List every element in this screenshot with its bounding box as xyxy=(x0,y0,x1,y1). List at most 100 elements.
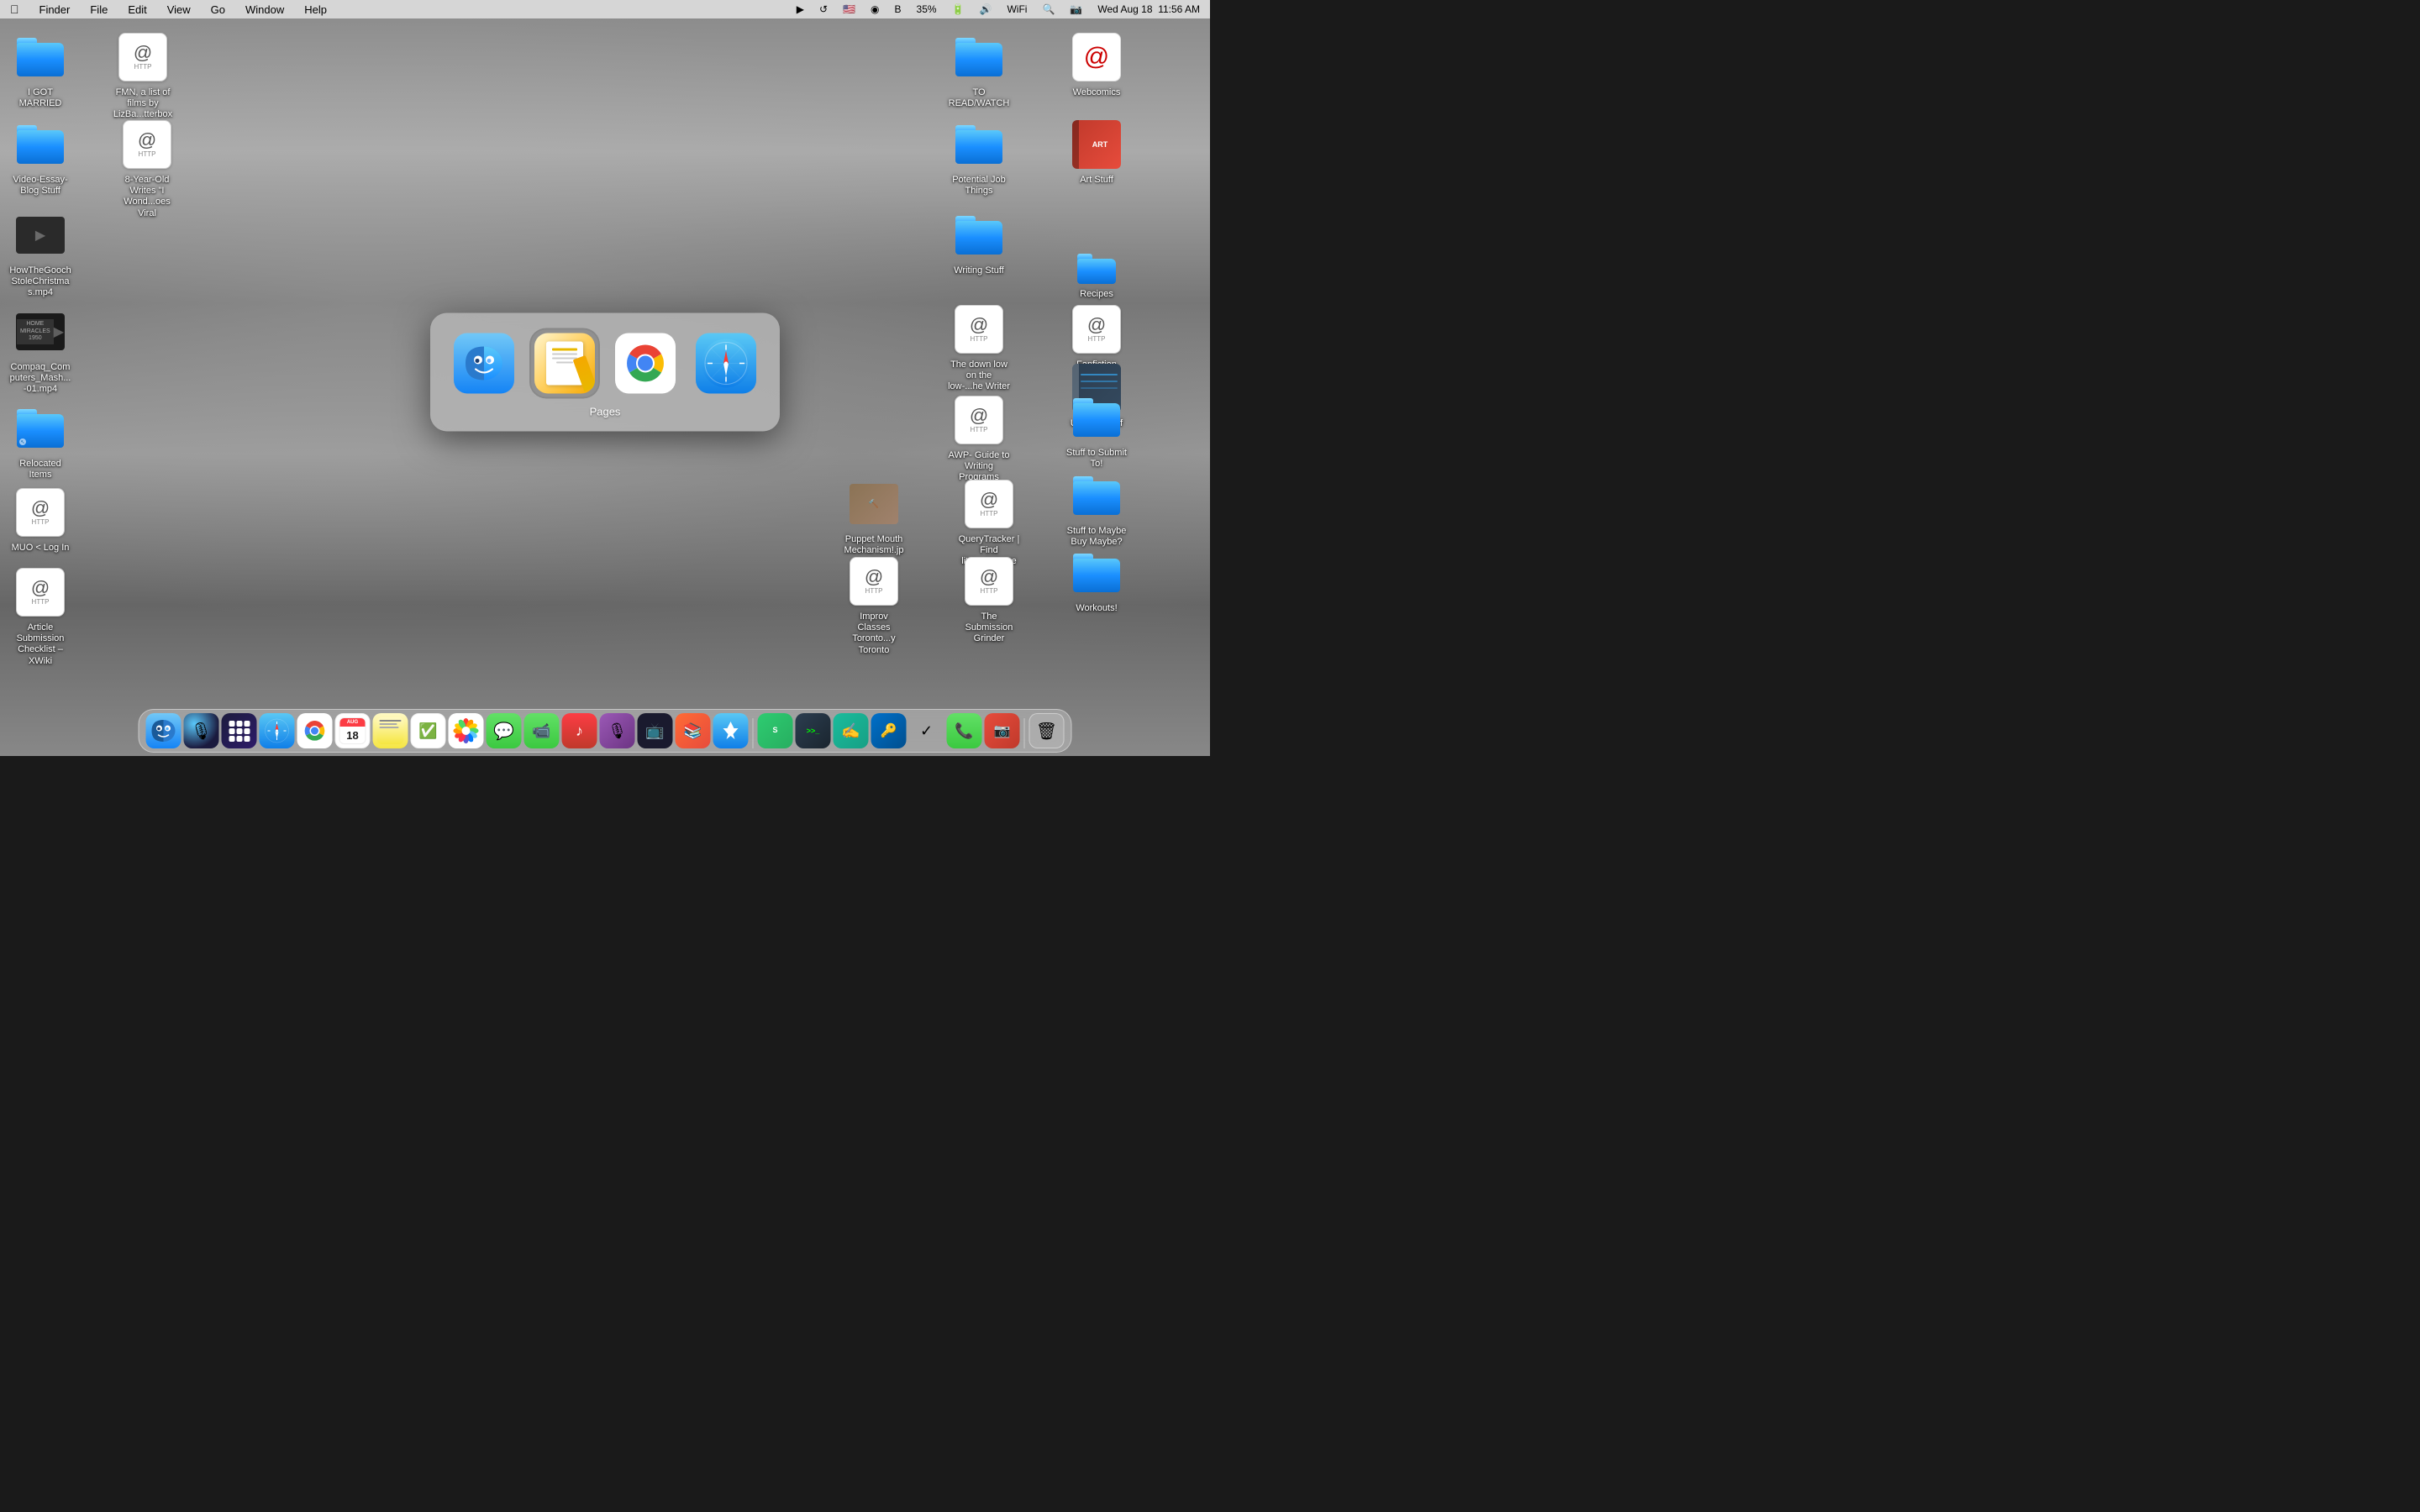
desktop-icon-down-low[interactable]: @ HTTP The down low on the low-...he Wri… xyxy=(941,302,1017,394)
dock-item-photos[interactable] xyxy=(449,713,484,748)
wunderlist-icon: ✓ xyxy=(920,722,933,740)
go-menu[interactable]: Go xyxy=(208,3,229,16)
file-menu[interactable]: File xyxy=(87,3,111,16)
bluetooth-icon[interactable]: B xyxy=(892,3,905,15)
desktop-icon-recipes[interactable]: Recipes xyxy=(1059,252,1134,301)
dock-item-notes[interactable] xyxy=(373,713,408,748)
desktop-icon-workouts[interactable]: Workouts! xyxy=(1059,546,1134,615)
tv-icon: 📺 xyxy=(645,722,664,740)
desktop-icon-gooch[interactable]: HowTheGoochStoleChristmas.mp4 xyxy=(7,208,74,300)
dock-item-phone[interactable]: 📞 xyxy=(947,713,982,748)
desktop-icon-webcomics[interactable]: @ Webcomics xyxy=(1059,30,1134,99)
icon-label-webcomics: Webcomics xyxy=(1071,87,1123,99)
dock-item-calendar[interactable]: AUG 18 xyxy=(335,713,371,748)
desktop-icon-maybe-buy[interactable]: Stuff to Maybe Buy Maybe? xyxy=(1059,469,1134,549)
switcher-app-finder[interactable] xyxy=(450,329,518,396)
desktop-icon-compaq[interactable]: HOMEMIRACLES1950 Compaq_Computers_Mash..… xyxy=(7,305,74,396)
dock-item-tv[interactable]: 📺 xyxy=(638,713,673,748)
phone-icon: 📞 xyxy=(955,722,973,740)
wifi-icon[interactable]: WiFi xyxy=(1003,3,1030,15)
dock-item-appstore[interactable] xyxy=(713,713,749,748)
view-menu[interactable]: View xyxy=(164,3,194,16)
window-menu[interactable]: Window xyxy=(242,3,287,16)
dock-item-1password[interactable]: 🔑 xyxy=(871,713,907,748)
photos-icon xyxy=(454,718,479,743)
reminders-icon: ✅ xyxy=(418,722,437,740)
apple-menu[interactable]:  xyxy=(7,3,23,16)
dock-item-finder[interactable] xyxy=(146,713,182,748)
desktop-icon-relocated[interactable]: ↖ Relocated Items xyxy=(7,402,74,481)
desktop-icon-writing[interactable]: Writing Stuff xyxy=(941,208,1017,277)
icon-label-article-submission: Article Submission Checklist – XWiki xyxy=(7,622,74,668)
dock-item-omniwriter[interactable]: ✍️ xyxy=(834,713,869,748)
desktop-icon-to-read[interactable]: TO READ/WATCH xyxy=(941,30,1017,110)
icon-label-workouts: Workouts! xyxy=(1073,602,1119,615)
battery-percentage: 35% xyxy=(913,3,940,15)
edit-menu[interactable]: Edit xyxy=(124,3,150,16)
calendar-icon: AUG 18 xyxy=(339,717,366,744)
dock-item-reminders[interactable]: ✅ xyxy=(411,713,446,748)
icon-label-improv: Improv Classes Toronto...y Toronto xyxy=(840,611,908,657)
dock-item-siri[interactable]: 🎙 xyxy=(184,713,219,748)
accessibility-icon[interactable]: ◉ xyxy=(867,3,882,15)
desktop-icon-article-submission[interactable]: @ HTTP Article Submission Checklist – XW… xyxy=(7,565,74,668)
chrome-icon xyxy=(302,717,329,744)
dock-item-iterm[interactable]: >>_ xyxy=(796,713,831,748)
screenshot-icon: 📷 xyxy=(994,722,1011,739)
dock-item-trash[interactable]: 🗑 xyxy=(1029,713,1065,748)
battery-icon[interactable]: 🔋 xyxy=(949,3,968,15)
menubar-right: ▶ ↺ 🇺🇸 ◉ B 35% 🔋 🔊 WiFi 🔍 📷 Wed Aug 18 1… xyxy=(793,3,1203,15)
icon-label-8year: 8-Year-Old Writes "I Wond...oes Viral xyxy=(113,174,181,220)
icon-label-recipes: Recipes xyxy=(1077,288,1116,301)
safari-icon xyxy=(265,718,290,743)
desktop-icon-submission-grinder[interactable]: @ HTTP The Submission Grinder xyxy=(951,554,1027,646)
desktop-icon-stuff-submit[interactable]: Stuff to Submit To! xyxy=(1059,391,1134,470)
switcher-app-pages[interactable] xyxy=(531,329,598,396)
desktop-icon-improv[interactable]: @ HTTP Improv Classes Toronto...y Toront… xyxy=(836,554,912,657)
desktop-icon-8year[interactable]: @ HTTP 8-Year-Old Writes "I Wond...oes V… xyxy=(109,118,185,220)
books-icon: 📚 xyxy=(683,722,702,740)
menubar:  Finder File Edit View Go Window Help ▶… xyxy=(0,0,1210,18)
volume-icon[interactable]: 🔊 xyxy=(976,3,996,15)
omniwriter-icon: ✍️ xyxy=(841,722,860,740)
dock-item-music[interactable]: ♪ xyxy=(562,713,597,748)
dock-item-screenshot[interactable]: 📷 xyxy=(985,713,1020,748)
timemachine-icon[interactable]: ↺ xyxy=(816,3,831,15)
dock-item-safari[interactable] xyxy=(260,713,295,748)
menubar-left:  Finder File Edit View Go Window Help xyxy=(7,3,330,16)
switcher-app-safari[interactable] xyxy=(692,329,760,396)
desktop-icon-art-stuff[interactable]: ART Art Stuff xyxy=(1059,118,1134,186)
iterm-icon: >>_ xyxy=(807,727,820,735)
dock-item-wunderlist[interactable]: ✓ xyxy=(909,713,944,748)
dock: 🎙 xyxy=(139,709,1072,753)
desktop-icon-i-got-married[interactable]: I GOT MARRIED xyxy=(7,30,74,110)
dock-item-facetime[interactable]: 📹 xyxy=(524,713,560,748)
finder-menu[interactable]: Finder xyxy=(36,3,74,16)
icon-label-muo: MUO < Log In xyxy=(9,542,72,554)
appstore-icon xyxy=(719,719,743,743)
desktop-icon-awp[interactable]: @ HTTP AWP- Guide to Writing Programs xyxy=(941,393,1017,485)
dock-item-launchpad[interactable] xyxy=(222,713,257,748)
notes-icon xyxy=(377,717,404,744)
dock-item-messages[interactable]: 💬 xyxy=(487,713,522,748)
icon-label-video-essay: Video-Essay-Blog Stuff xyxy=(7,174,74,197)
desktop-icon-muo[interactable]: @ HTTP MUO < Log In xyxy=(7,486,74,554)
dock-separator-2 xyxy=(1024,718,1025,748)
scrivener-icon: S xyxy=(772,727,777,735)
search-icon[interactable]: 🔍 xyxy=(1039,3,1058,15)
dock-item-podcasts[interactable]: 🎙 xyxy=(600,713,635,748)
trash-icon: 🗑 xyxy=(1036,721,1057,742)
dock-item-books[interactable]: 📚 xyxy=(676,713,711,748)
desktop-icon-video-essay[interactable]: Video-Essay-Blog Stuff xyxy=(7,118,74,197)
switcher-app-chrome[interactable] xyxy=(612,329,679,396)
flag-icon[interactable]: 🇺🇸 xyxy=(839,3,859,15)
dock-item-scrivener[interactable]: S xyxy=(758,713,793,748)
siri-icon: 🎙 xyxy=(191,721,212,742)
help-menu[interactable]: Help xyxy=(301,3,330,16)
play-icon[interactable]: ▶ xyxy=(793,3,808,15)
desktop:  Finder File Edit View Go Window Help ▶… xyxy=(0,0,1210,756)
app-switcher-label: Pages xyxy=(590,405,621,417)
dock-item-chrome[interactable] xyxy=(297,713,333,748)
notification-icon[interactable]: 📷 xyxy=(1066,3,1086,15)
desktop-icon-potential-job[interactable]: Potential Job Things xyxy=(941,118,1017,197)
